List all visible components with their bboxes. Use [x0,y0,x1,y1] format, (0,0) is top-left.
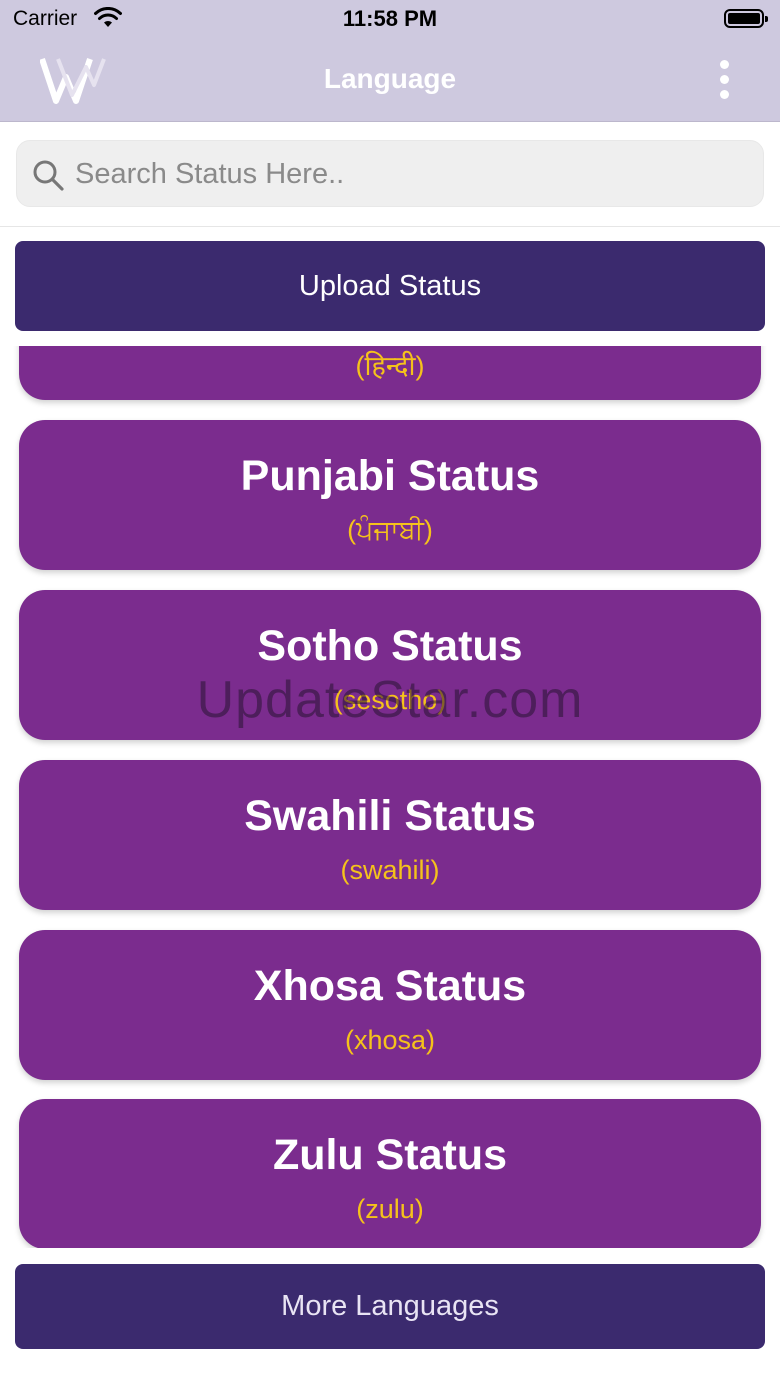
card-subtitle: (xhosa) [344,1025,436,1055]
language-card-punjabi[interactable]: Punjabi Status (ਪੰਜਾਬੀ) [19,420,761,570]
language-card-swahili[interactable]: Swahili Status (swahili) [19,760,761,910]
status-bar: Carrier 11:58 PM [0,0,780,40]
language-list[interactable]: (हिन्दी) Punjabi Status (ਪੰਜਾਬੀ) Sotho S… [0,346,780,1248]
card-subtitle: (swahili) [340,855,440,885]
language-card-hindi[interactable]: (हिन्दी) [19,346,761,400]
battery-icon [724,9,768,28]
upload-status-button[interactable]: Upload Status [15,241,765,331]
page-title: Language [323,63,457,94]
card-subtitle: (sesotho) [333,685,447,715]
card-subtitle: (zulu) [356,1194,424,1224]
card-title: Zulu Status [272,1131,508,1179]
top-bar: Carrier 11:58 PM Language [0,0,780,122]
clock: 11:58 PM [342,6,438,31]
card-title: Punjabi Status [240,452,540,500]
language-card-xhosa[interactable]: Xhosa Status (xhosa) [19,930,761,1080]
more-languages-button[interactable]: More Languages [15,1264,765,1349]
card-subtitle: (हिन्दी) [355,351,425,381]
card-subtitle: (ਪੰਜਾਬੀ) [347,515,433,545]
language-card-zulu[interactable]: Zulu Status (zulu) [19,1099,761,1248]
search-bar[interactable] [16,140,764,207]
card-title: Swahili Status [244,792,536,840]
card-title: Sotho Status [257,622,523,670]
search-input[interactable] [73,147,757,201]
language-card-sotho[interactable]: Sotho Status (sesotho) [19,590,761,740]
card-title: Xhosa Status [253,962,527,1010]
search-icon [33,160,64,191]
search-section [0,122,780,227]
more-vertical-icon[interactable] [714,58,734,102]
